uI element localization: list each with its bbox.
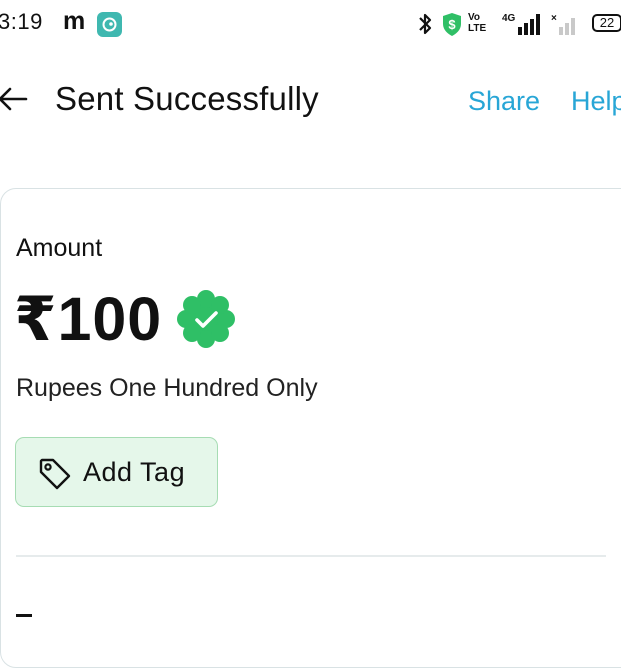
volte-line1: Vo [468, 12, 481, 23]
app-badge-icon [97, 12, 122, 37]
signal-2-icon: × [551, 11, 581, 39]
divider [16, 555, 606, 557]
add-tag-button[interactable]: Add Tag [15, 437, 218, 507]
svg-text:$: $ [448, 17, 456, 32]
back-arrow-icon[interactable] [0, 83, 30, 120]
page-title: Sent Successfully [55, 80, 319, 117]
shield-icon: $ [441, 11, 463, 39]
status-time: 3:19 [0, 9, 43, 34]
amount-label: Amount [16, 234, 103, 262]
signal-icon: 4G [502, 11, 544, 39]
verified-badge-icon [174, 287, 238, 356]
volte-indicator: Vo LTE [468, 12, 486, 40]
amount-value: ₹100 [14, 285, 163, 353]
status-bar: 3:19 m $ Vo LTE 4G × 22 [0, 0, 621, 50]
add-tag-label: Add Tag [83, 457, 186, 487]
share-button[interactable]: Share [468, 86, 540, 117]
bluetooth-icon [416, 11, 434, 39]
network-type: 4G [502, 13, 516, 24]
partial-content-cut-off [16, 614, 32, 617]
battery-icon: 22 [592, 14, 621, 32]
tag-icon [38, 457, 72, 496]
volte-line2: LTE [468, 23, 487, 34]
app-notification-icon: m [63, 7, 86, 35]
svg-text:×: × [551, 13, 557, 24]
help-button[interactable]: Help [571, 86, 621, 117]
amount-in-words: Rupees One Hundred Only [16, 374, 318, 402]
